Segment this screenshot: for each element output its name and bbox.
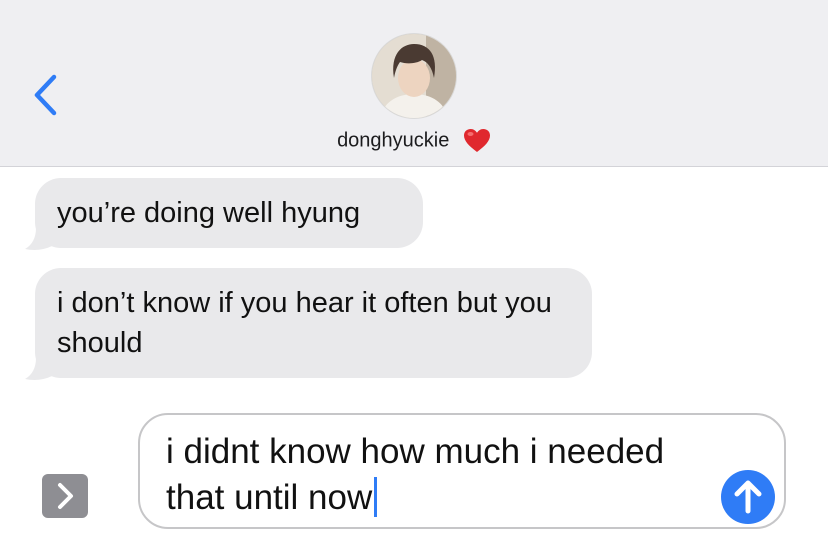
chevron-right-icon	[58, 483, 73, 509]
message-input-field[interactable]: i didnt know how much i needed that unti…	[138, 413, 786, 529]
message-text: i don’t know if you hear it often but yo…	[57, 287, 552, 359]
contact-avatar[interactable]	[372, 34, 456, 118]
incoming-message-bubble[interactable]: you’re doing well hyung	[35, 178, 423, 248]
message-input-text: i didnt know how much i needed that unti…	[166, 432, 665, 517]
app-drawer-button[interactable]	[42, 474, 88, 518]
conversation-header: donghyuckie	[0, 0, 828, 167]
message-text: you’re doing well hyung	[57, 197, 361, 229]
contact-name: donghyuckie	[337, 129, 450, 152]
message-input-text-wrap: i didnt know how much i needed that unti…	[166, 429, 706, 521]
text-cursor	[374, 477, 378, 517]
back-chevron-icon[interactable]	[30, 72, 64, 118]
contact-name-row[interactable]: donghyuckie	[0, 128, 828, 154]
send-arrow-up-icon[interactable]	[720, 469, 776, 525]
incoming-message-bubble[interactable]: i don’t know if you hear it often but yo…	[35, 268, 592, 378]
heart-icon	[463, 129, 490, 152]
